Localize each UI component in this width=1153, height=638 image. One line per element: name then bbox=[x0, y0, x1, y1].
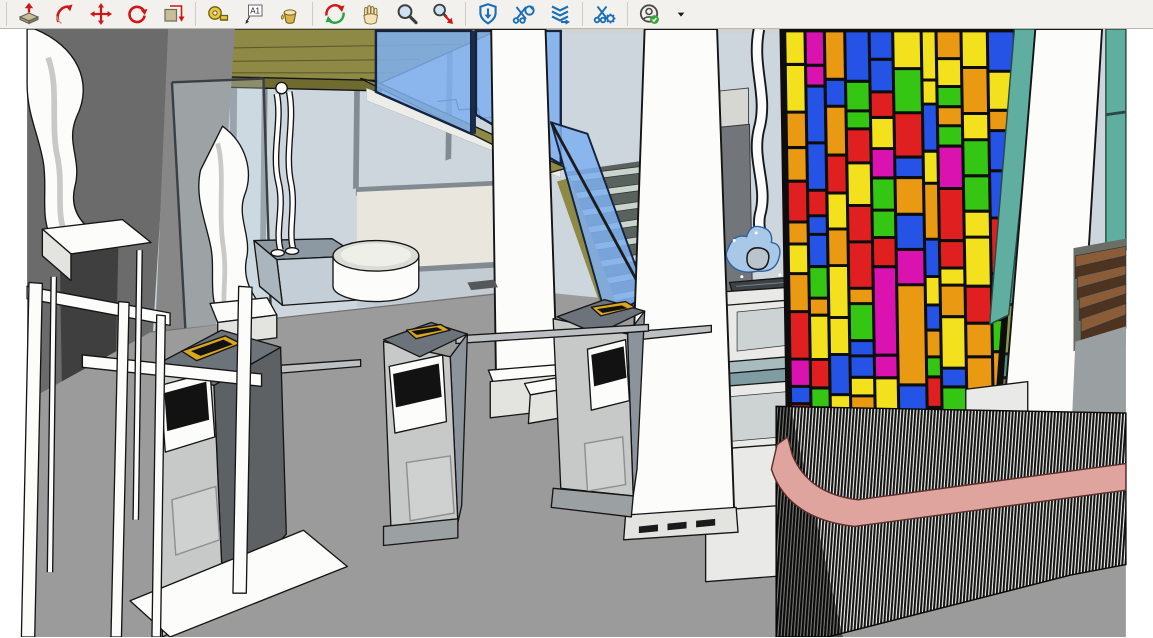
shield-download-icon bbox=[475, 2, 501, 26]
zoom-extents-button[interactable] bbox=[425, 0, 461, 28]
caret-down-icon bbox=[673, 2, 689, 26]
move-icon bbox=[88, 2, 114, 26]
caret-down-button[interactable] bbox=[668, 0, 694, 28]
zoom-icon bbox=[394, 2, 420, 26]
application-window: A1 bbox=[0, 0, 1153, 638]
text-icon: A1 bbox=[241, 2, 267, 26]
orbit-icon bbox=[322, 2, 348, 26]
model-viewport[interactable] bbox=[0, 29, 1153, 637]
scissors-gear-icon bbox=[592, 2, 618, 26]
follow-me-button[interactable] bbox=[47, 0, 83, 28]
push-pull-icon bbox=[16, 2, 42, 26]
follow-me-icon bbox=[52, 2, 78, 26]
push-pull-button[interactable] bbox=[11, 0, 47, 28]
paint-bucket-icon bbox=[277, 2, 303, 26]
offset-icon bbox=[160, 2, 186, 26]
toolbar-buttons: A1 bbox=[2, 0, 694, 28]
orbit-button[interactable] bbox=[317, 0, 353, 28]
rotate-icon bbox=[124, 2, 150, 26]
toolbar-separator bbox=[582, 2, 583, 26]
account-icon bbox=[637, 2, 663, 26]
tape-measure-icon bbox=[205, 2, 231, 26]
round-counter bbox=[333, 241, 419, 302]
pan-icon bbox=[358, 2, 384, 26]
scissors-gear-button[interactable] bbox=[587, 0, 623, 28]
move-button[interactable] bbox=[83, 0, 119, 28]
chevrons-export-button[interactable] bbox=[542, 0, 578, 28]
chevrons-export-icon bbox=[547, 2, 573, 26]
tape-measure-button[interactable] bbox=[200, 0, 236, 28]
pan-button[interactable] bbox=[353, 0, 389, 28]
text-button[interactable]: A1 bbox=[236, 0, 272, 28]
toolbar: A1 bbox=[0, 0, 1153, 29]
rotate-button[interactable] bbox=[119, 0, 155, 28]
account-button[interactable] bbox=[632, 0, 668, 28]
scissors-sync-button[interactable] bbox=[506, 0, 542, 28]
right-staircase bbox=[1072, 239, 1126, 430]
toolbar-separator bbox=[627, 2, 628, 26]
paint-bucket-button[interactable] bbox=[272, 0, 308, 28]
shield-download-button[interactable] bbox=[470, 0, 506, 28]
zoom-button[interactable] bbox=[389, 0, 425, 28]
scissors-sync-icon bbox=[511, 2, 537, 26]
toolbar-separator bbox=[312, 2, 313, 26]
svg-text:A1: A1 bbox=[250, 7, 260, 16]
toolbar-separator bbox=[6, 2, 7, 26]
toolbar-separator bbox=[195, 2, 196, 26]
toolbar-separator bbox=[465, 2, 466, 26]
zoom-extents-icon bbox=[430, 2, 456, 26]
offset-button[interactable] bbox=[155, 0, 191, 28]
